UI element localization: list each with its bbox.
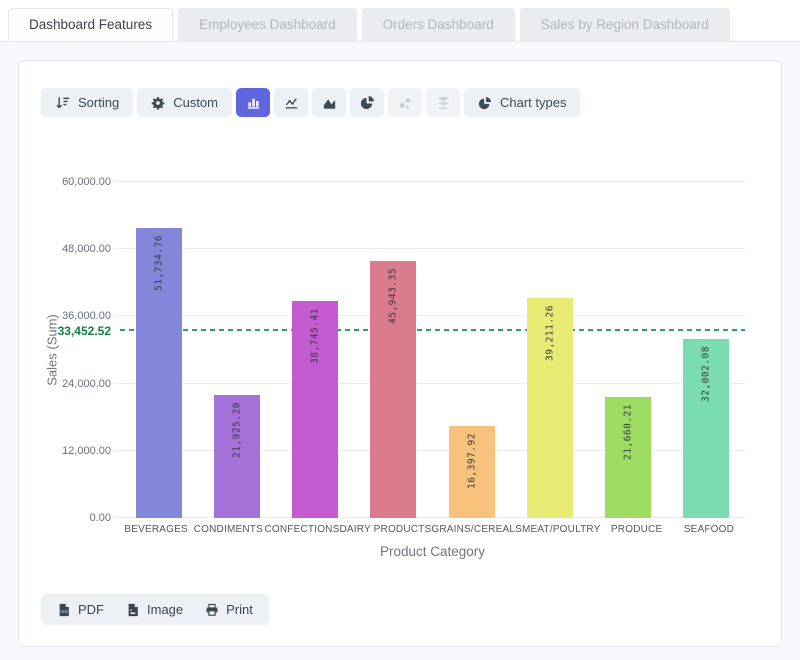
tab-sales-by-region-dashboard[interactable]: Sales by Region Dashboard (520, 8, 730, 41)
chart-toolbar: Sorting Custom (41, 88, 781, 117)
sorting-button[interactable]: Sorting (41, 88, 133, 117)
export-image-label: Image (147, 602, 183, 617)
x-axis-category-label: BEVERAGES (120, 524, 192, 535)
sort-icon (55, 95, 70, 110)
x-axis-category-label: CONDIMENTS (192, 524, 264, 535)
x-labels: BEVERAGESCONDIMENTSCONFECTIONSDAIRY PROD… (120, 524, 745, 535)
y-tick-label: 12,000.00 (62, 445, 111, 457)
bar-beverages[interactable]: 51,734.76 (136, 228, 182, 518)
pie-chart-icon (478, 96, 492, 110)
gear-icon (151, 96, 165, 110)
bar-chart: Sales (Sum) 33,452.52 51,734.7621,925.20… (120, 182, 745, 559)
bar-grains-cereals[interactable]: 16,397.92 (449, 426, 495, 518)
pdf-file-icon: PDF (57, 603, 71, 617)
page-background: Sorting Custom (0, 42, 800, 660)
area-chart-type-button[interactable] (312, 88, 346, 117)
export-pdf-button[interactable]: PDF PDF (48, 597, 113, 622)
svg-text:PDF: PDF (60, 610, 68, 614)
y-tick-label: 60,000.00 (62, 176, 111, 188)
line-chart-icon (284, 95, 299, 110)
custom-button[interactable]: Custom (137, 88, 232, 117)
bar-value-label: 38,745.41 (310, 308, 321, 364)
bar-value-label: 32,002.08 (700, 346, 711, 402)
x-axis-category-label: CONFECTIONS (264, 524, 339, 535)
printer-icon (205, 603, 219, 617)
stacked-layers-icon (436, 95, 451, 110)
chart-types-button[interactable]: Chart types (464, 88, 580, 117)
image-file-icon (126, 603, 140, 617)
stacked-chart-type-button[interactable] (426, 88, 460, 117)
custom-button-label: Custom (173, 95, 218, 110)
pie-chart-type-button[interactable] (350, 88, 384, 117)
bar-condiments[interactable]: 21,925.20 (214, 395, 260, 518)
bar-value-label: 21,925.20 (232, 402, 243, 458)
x-axis-category-label: PRODUCE (601, 524, 673, 535)
bar-cell: 38,745.41 (276, 182, 354, 518)
tab-orders-dashboard[interactable]: Orders Dashboard (362, 8, 515, 41)
plot-area: Sales (Sum) 33,452.52 51,734.7621,925.20… (120, 182, 745, 518)
x-axis-category-label: MEAT/POULTRY (522, 524, 601, 535)
bar-value-label: 51,734.76 (154, 235, 165, 291)
y-tick-label: 36,000.00 (62, 310, 111, 322)
scatter-chart-type-button[interactable] (388, 88, 422, 117)
y-tick-label: 24,000.00 (62, 378, 111, 390)
bar-confections[interactable]: 38,745.41 (292, 301, 338, 518)
bar-cell: 21,660.21 (589, 182, 667, 518)
bar-cell: 51,734.76 (120, 182, 198, 518)
x-axis-category-label: DAIRY PRODUCTS (339, 524, 431, 535)
export-image-button[interactable]: Image (117, 597, 192, 622)
bar-value-label: 16,397.92 (466, 433, 477, 489)
bar-value-label: 39,211.26 (544, 305, 555, 361)
bar-meat-poultry[interactable]: 39,211.26 (527, 298, 573, 518)
export-print-button[interactable]: Print (196, 597, 262, 622)
line-chart-type-button[interactable] (274, 88, 308, 117)
bars-layer: 51,734.76 21,925.20 38,745.41 45,943.35 16,3… (120, 182, 745, 518)
export-print-label: Print (226, 602, 253, 617)
threshold-label: 33,452.52 (58, 324, 111, 338)
bar-dairy-products[interactable]: 45,943.35 (370, 261, 416, 518)
x-axis-category-label: SEAFOOD (673, 524, 745, 535)
sorting-button-label: Sorting (78, 95, 119, 110)
bar-value-label: 21,660.21 (622, 404, 633, 460)
bar-cell: 16,397.92 (433, 182, 511, 518)
tab-employees-dashboard[interactable]: Employees Dashboard (178, 8, 357, 41)
tab-dashboard-features[interactable]: Dashboard Features (8, 8, 173, 41)
pie-chart-icon (360, 95, 375, 110)
bar-cell: 45,943.35 (354, 182, 432, 518)
export-pdf-label: PDF (78, 602, 104, 617)
column-chart-icon (246, 95, 261, 110)
bar-value-label: 45,943.35 (388, 268, 399, 324)
scatter-chart-icon (398, 95, 413, 110)
bar-cell: 21,925.20 (198, 182, 276, 518)
column-chart-type-button[interactable] (236, 88, 270, 117)
tab-bar: Dashboard Features Employees Dashboard O… (0, 0, 800, 42)
bar-seafood[interactable]: 32,002.08 (683, 339, 729, 518)
chart-types-button-label: Chart types (500, 95, 566, 110)
y-tick-label: 48,000.00 (62, 243, 111, 255)
x-axis-category-label: GRAINS/CEREALS (431, 524, 522, 535)
area-chart-icon (322, 95, 337, 110)
x-axis-title: Product Category (120, 544, 745, 559)
bar-cell: 39,211.26 (511, 182, 589, 518)
export-toolbar: PDF PDF Image (41, 594, 269, 625)
dashboard-card: Sorting Custom (18, 60, 782, 647)
y-tick-label: 0.00 (90, 512, 111, 524)
bar-produce[interactable]: 21,660.21 (605, 397, 651, 518)
bar-cell: 32,002.08 (667, 182, 745, 518)
